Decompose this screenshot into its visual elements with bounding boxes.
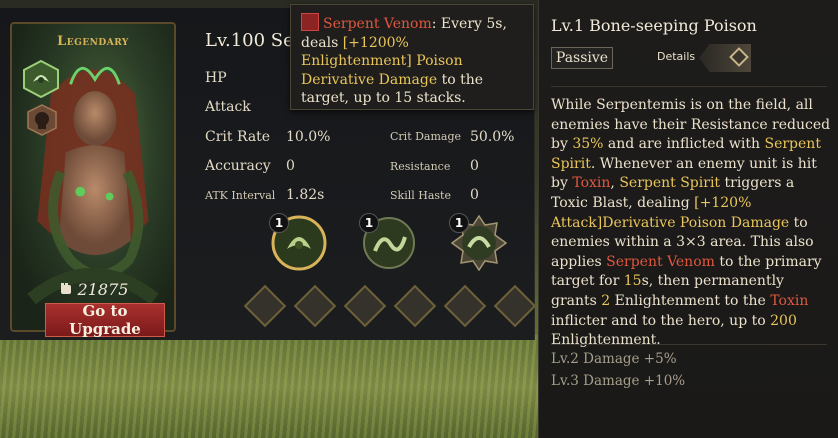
hero-level-name: Lv.100 Se <box>205 30 294 51</box>
desc-text: , <box>610 175 620 192</box>
crit-damage-label: Crit Damage <box>390 130 462 143</box>
attack-label: Attack <box>205 99 251 115</box>
desc-text: Enlightenment to the <box>610 292 771 309</box>
divider <box>551 344 827 345</box>
skill-slot-3[interactable]: 1 <box>449 213 508 272</box>
equipment-slot[interactable] <box>343 284 387 328</box>
power-display: 21875 <box>12 280 174 299</box>
hero-portrait-card[interactable]: Legendary 21875 <box>10 22 176 332</box>
atk-interval-value: 1.82s <box>286 187 325 203</box>
desc-keyword: Serpent Venom <box>606 253 715 270</box>
desc-keyword: Toxin <box>572 175 611 192</box>
desc-value: 200 <box>770 312 797 329</box>
equipment-slot[interactable] <box>393 284 437 328</box>
skill-level-badge: 1 <box>269 213 289 233</box>
resistance-value: 0 <box>470 158 479 174</box>
desc-value: 15 <box>623 273 642 290</box>
atk-interval-label: ATK Interval <box>205 189 276 202</box>
skill-slot-1[interactable]: 1 <box>269 213 327 271</box>
skill-tooltip: Serpent Venom: Every 5s, deals [+1200% E… <box>290 4 534 110</box>
desc-text: Enlightenment. <box>551 332 661 349</box>
level-3-bonus: Lv.3 Damage +10% <box>551 373 686 389</box>
skill-detail-panel: Lv.1 Bone-seeping Poison Passive Details… <box>538 0 838 438</box>
passive-tag: Passive <box>551 47 613 69</box>
skill-level-badge: 1 <box>359 213 379 233</box>
background-grass <box>0 335 540 438</box>
skill-detail-title: Lv.1 Bone-seeping Poison <box>551 16 757 35</box>
skill-haste-value: 0 <box>470 187 479 203</box>
desc-keyword: Serpent Spirit <box>619 175 721 192</box>
crit-rate-label: Crit Rate <box>205 129 271 145</box>
crit-rate-value: 10.0% <box>286 129 331 145</box>
fist-icon <box>60 283 71 294</box>
crit-damage-value: 50.0% <box>470 129 515 145</box>
desc-value: 35% <box>572 136 604 153</box>
hp-label: HP <box>205 70 227 86</box>
skill-level-badge: 1 <box>449 213 469 233</box>
desc-text: and are inflicted with <box>603 136 765 153</box>
skill-description: While Serpentemis is on the field, all e… <box>551 96 833 351</box>
desc-keyword: Toxin <box>770 292 809 309</box>
accuracy-label: Accuracy <box>205 158 271 174</box>
accuracy-value: 0 <box>286 158 295 174</box>
tooltip-skill-name: Serpent Venom <box>323 16 432 32</box>
rarity-label: Legendary <box>57 34 129 49</box>
skill-haste-label: Skill Haste <box>390 189 451 202</box>
serpent-class-icon <box>23 60 59 98</box>
resistance-label: Resistance <box>390 160 451 173</box>
skull-icon <box>27 104 57 136</box>
skill-slot-2[interactable]: 1 <box>359 213 417 271</box>
equipment-slot[interactable] <box>493 284 537 328</box>
power-value: 21875 <box>77 280 129 299</box>
level-2-bonus: Lv.2 Damage +5% <box>551 351 677 367</box>
desc-value: 2 <box>601 292 611 309</box>
desc-text: inflicter and to the hero, up to <box>551 312 771 329</box>
divider <box>551 86 827 87</box>
details-label: Details <box>657 50 696 63</box>
desc-keyword: Derivative Poison Damage <box>602 214 790 231</box>
equipment-slot[interactable] <box>243 284 287 328</box>
equipment-slot[interactable] <box>443 284 487 328</box>
venom-icon <box>301 13 319 31</box>
go-to-upgrade-button[interactable]: Go to Upgrade <box>45 302 165 338</box>
equipment-slot[interactable] <box>293 284 337 328</box>
